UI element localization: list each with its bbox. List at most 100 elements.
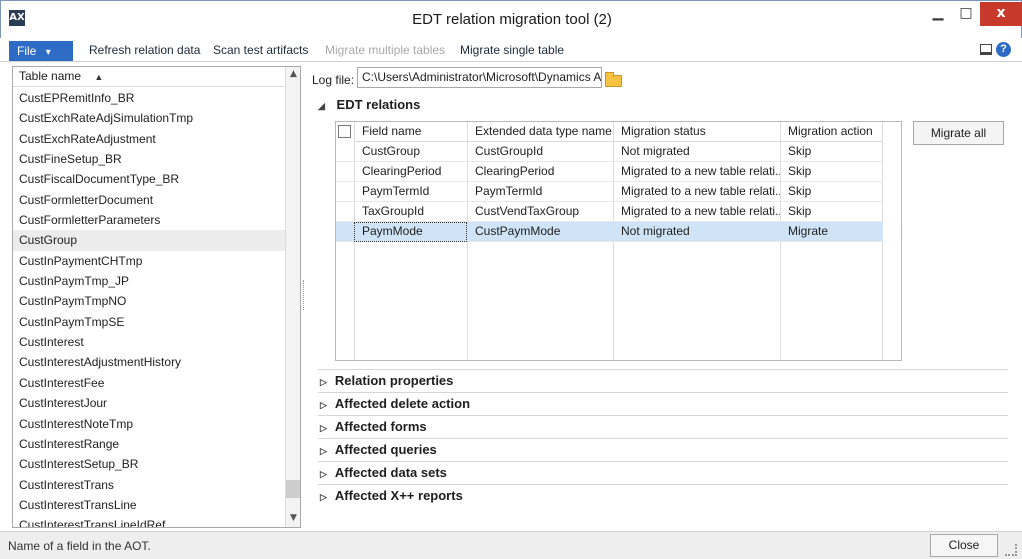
edt-relations-title: EDT relations [336,97,421,112]
file-menu-button[interactable]: File ▾ [9,41,73,61]
section-affected-delete-action[interactable]: ▷ Affected delete action [318,392,1008,415]
field-name-cell[interactable]: TaxGroupId [354,202,467,222]
edt-relations-grid: Field name Extended data type name Migra… [335,121,902,361]
action-pane: File ▾ Refresh relation data Scan test a… [0,38,1022,62]
table-list-item[interactable]: CustInterestSetup_BR [13,454,285,474]
window-close-button[interactable]: x [980,2,1022,26]
table-list-item[interactable]: CustFormletterDocument [13,190,285,210]
table-list-item[interactable]: CustEPRemitInfo_BR [13,88,285,108]
table-name-header-label: Table name [19,69,82,83]
table-list-item[interactable]: CustExchRateAdjustment [13,129,285,149]
refresh-relation-data-button[interactable]: Refresh relation data [89,43,200,57]
window-title: EDT relation migration tool (2) [412,11,612,28]
table-list-item[interactable]: CustInterest [13,332,285,352]
layout-icon[interactable] [980,44,992,55]
expand-icon: ▷ [320,469,327,479]
migration-action-cell[interactable]: Skip [780,162,882,182]
table-list-item[interactable]: CustInPaymTmpNO [13,291,285,311]
scroll-up-icon[interactable]: ▲ [286,67,300,83]
table-list-item[interactable]: CustGroup [13,230,285,251]
file-menu-label: File [17,44,37,58]
col-header-field-name[interactable]: Field name [354,122,467,142]
folder-icon[interactable] [605,72,622,87]
expand-icon: ▷ [320,400,327,410]
cell-focus-rect [354,222,467,242]
field-name-cell[interactable]: ClearingPeriod [354,162,467,182]
log-file-label: Log file: [312,73,355,87]
col-header-migration-status[interactable]: Migration status [613,122,780,142]
migration-status-cell[interactable]: Migrated to a new table relati... [613,202,780,222]
select-all-checkbox[interactable] [338,125,351,138]
section-relation-properties[interactable]: ▷ Relation properties [318,369,1008,392]
table-list-item[interactable]: CustInterestTransLineIdRef [13,515,285,527]
table-list-item[interactable]: CustInterestTrans [13,475,285,495]
table-list-item[interactable]: CustInPaymTmpSE [13,312,285,332]
title-bar: AX EDT relation migration tool (2) ▁ □ x [0,0,1022,38]
edt-name-cell[interactable]: CustGroupId [467,142,613,162]
chevron-down-icon: ▾ [45,47,51,58]
section-affected-queries[interactable]: ▷ Affected queries [318,438,1008,461]
sort-ascending-icon: ▲ [94,72,104,82]
table-list-item[interactable]: CustInterestTransLine [13,495,285,515]
migration-action-cell[interactable]: Migrate [780,222,882,242]
table-list-item[interactable]: CustInterestFee [13,373,285,393]
table-list-item[interactable]: CustInterestAdjustmentHistory [13,352,285,372]
section-label: Affected queries [334,442,437,457]
table-list-item[interactable]: CustExchRateAdjSimulationTmp [13,108,285,128]
expand-icon: ▷ [320,492,327,502]
table-list-pane: Table name ▲ CustEPRemitInfo_BR CustExchR… [12,66,301,528]
section-label: Relation properties [334,373,454,388]
migration-status-cell[interactable]: Not migrated [613,222,780,242]
section-label: Affected delete action [334,396,471,411]
section-label: Affected forms [334,419,427,434]
resize-grip-icon[interactable] [1005,544,1017,556]
scroll-thumb[interactable] [286,480,300,498]
scroll-down-icon[interactable]: ▼ [286,511,300,527]
table-list-item[interactable]: CustInPaymentCHTmp [13,251,285,271]
table-list-item[interactable]: CustInterestRange [13,434,285,454]
status-bar: Name of a field in the AOT. Close [0,531,1022,559]
table-list-item[interactable]: CustFiscalDocumentType_BR [13,169,285,189]
migration-action-cell[interactable]: Skip [780,202,882,222]
edt-name-cell[interactable]: ClearingPeriod [467,162,613,182]
section-affected-data-sets[interactable]: ▷ Affected data sets [318,461,1008,484]
expand-icon: ▷ [320,423,327,433]
migration-status-cell[interactable]: Migrated to a new table relati... [613,162,780,182]
field-name-cell[interactable]: CustGroup [354,142,467,162]
log-file-input[interactable]: C:\Users\Administrator\Microsoft\Dynamic… [357,67,602,88]
minimize-button[interactable]: ▁ [924,2,952,26]
table-list-item[interactable]: CustFineSetup_BR [13,149,285,169]
migration-action-cell[interactable]: Skip [780,142,882,162]
migration-status-cell[interactable]: Not migrated [613,142,780,162]
edt-relations-header[interactable]: ◢ EDT relations [318,97,420,112]
edt-name-cell[interactable]: CustPaymMode [467,222,613,242]
expand-icon: ▷ [320,377,327,387]
section-affected-x-reports[interactable]: ▷ Affected X++ reports [318,484,1008,507]
col-header-migration-action[interactable]: Migration action [780,122,882,142]
table-list-scrollbar[interactable]: ▲ ▼ [285,67,300,527]
help-icon[interactable]: ? [996,42,1011,57]
section-label: Affected X++ reports [334,488,463,503]
table-list-item[interactable]: CustInterestNoteTmp [13,414,285,434]
edt-name-cell[interactable]: CustVendTaxGroup [467,202,613,222]
pane-splitter[interactable] [303,280,307,310]
collapse-icon: ◢ [318,101,325,111]
section-affected-forms[interactable]: ▷ Affected forms [318,415,1008,438]
table-list-item[interactable]: CustFormletterParameters [13,210,285,230]
migration-status-cell[interactable]: Migrated to a new table relati... [613,182,780,202]
edt-name-cell[interactable]: PaymTermId [467,182,613,202]
migration-action-cell[interactable]: Skip [780,182,882,202]
scan-test-artifacts-button[interactable]: Scan test artifacts [213,43,308,57]
close-button[interactable]: Close [930,534,998,557]
table-list-item[interactable]: CustInPaymTmp_JP [13,271,285,291]
migrate-single-table-button[interactable]: Migrate single table [460,43,564,57]
field-name-cell[interactable]: PaymTermId [354,182,467,202]
section-label: Affected data sets [334,465,447,480]
status-text: Name of a field in the AOT. [8,539,151,553]
table-list-item[interactable]: CustInterestJour [13,393,285,413]
migrate-all-button[interactable]: Migrate all [913,121,1004,145]
maximize-button[interactable]: □ [952,2,980,26]
expand-icon: ▷ [320,446,327,456]
col-header-edt-name[interactable]: Extended data type name [467,122,613,142]
table-name-column-header[interactable]: Table name ▲ [13,67,285,87]
